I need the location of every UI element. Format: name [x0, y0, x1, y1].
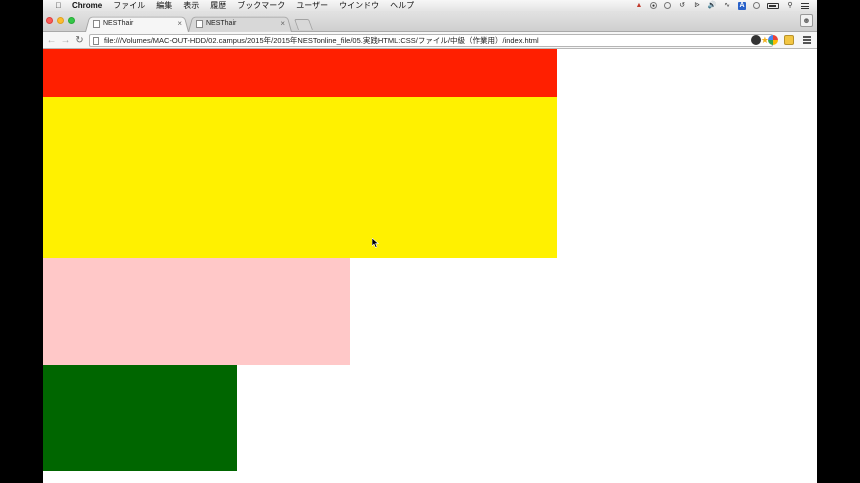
red-block [43, 49, 557, 97]
macos-menu-bar:  Chrome ファイル 編集 表示 履歴 ブックマーク ユーザー ウインドウ… [43, 0, 817, 11]
apple-menu-icon[interactable]:  [54, 1, 63, 10]
profile-icon[interactable]: ☻ [800, 14, 813, 27]
input-source-icon[interactable]: A [738, 1, 746, 10]
file-page-icon [93, 36, 99, 45]
spotlight-icon[interactable]: ⚲ [786, 2, 794, 10]
green-block [43, 365, 237, 471]
window-controls [46, 17, 75, 24]
reload-icon[interactable]: ↻ [74, 35, 85, 46]
status-circle-icon[interactable] [664, 2, 671, 9]
menu-help[interactable]: ヘルプ [390, 0, 414, 11]
tab-title: NESThair [103, 20, 134, 27]
tab-1[interactable]: NESThair × [85, 15, 189, 32]
back-arrow-icon[interactable]: ← [46, 35, 57, 46]
extension-icon-dark[interactable] [751, 35, 761, 45]
close-tab-icon[interactable]: × [280, 19, 285, 28]
chrome-menu-icon[interactable] [803, 36, 811, 44]
close-tab-icon[interactable]: × [177, 19, 182, 28]
screen:  Chrome ファイル 編集 表示 履歴 ブックマーク ユーザー ウインドウ… [0, 0, 860, 483]
page-viewport [43, 49, 817, 483]
tab-bar: NESThair × NESThair × ☻ [43, 11, 817, 32]
tab-2[interactable]: NESThair × [188, 15, 292, 32]
yellow-block [43, 97, 557, 258]
wifi-icon[interactable]: ∿ [723, 2, 731, 10]
address-bar[interactable]: file:///Volumes/MAC-OUT-HDD/02.campus/20… [89, 34, 773, 47]
menu-user[interactable]: ユーザー [296, 0, 328, 11]
page-favicon-icon [196, 19, 203, 28]
menu-edit[interactable]: 編集 [156, 0, 172, 11]
menu-window[interactable]: ウインドウ [339, 0, 379, 11]
page-favicon-icon [93, 19, 100, 28]
status-app-icon[interactable]: ▲ [635, 2, 643, 10]
browser-window: NESThair × NESThair × ☻ ← → ↻ file:///Vo… [43, 11, 817, 483]
menu-history[interactable]: 履歴 [210, 0, 226, 11]
tab-title: NESThair [206, 20, 237, 27]
menu-file[interactable]: ファイル [113, 0, 145, 11]
menu-view[interactable]: 表示 [183, 0, 199, 11]
menu-bookmarks[interactable]: ブックマーク [237, 0, 285, 11]
bluetooth-icon[interactable]: ᐉ [693, 2, 701, 10]
pink-block [43, 258, 350, 365]
record-icon[interactable]: ● [650, 2, 657, 9]
user-status-icon[interactable] [753, 2, 760, 9]
extension-icon-color[interactable] [768, 35, 778, 45]
new-tab-button[interactable] [293, 19, 314, 30]
menu-app-name[interactable]: Chrome [72, 0, 102, 11]
browser-toolbar: ← → ↻ file:///Volumes/MAC-OUT-HDD/02.cam… [43, 32, 817, 49]
time-machine-icon[interactable]: ↺ [678, 2, 686, 10]
url-text[interactable]: file:///Volumes/MAC-OUT-HDD/02.campus/20… [104, 35, 539, 46]
close-window-button[interactable] [46, 17, 53, 24]
status-area: ▲ ● ↺ ᐉ 🔊 ∿ A ⚲ [635, 1, 817, 10]
battery-icon[interactable] [767, 2, 779, 9]
extension-icon-yellow[interactable] [784, 35, 794, 45]
zoom-window-button[interactable] [68, 17, 75, 24]
minimize-window-button[interactable] [57, 17, 64, 24]
notification-center-icon[interactable] [801, 2, 809, 9]
forward-arrow-icon[interactable]: → [60, 35, 71, 46]
volume-icon[interactable]: 🔊 [708, 2, 717, 10]
